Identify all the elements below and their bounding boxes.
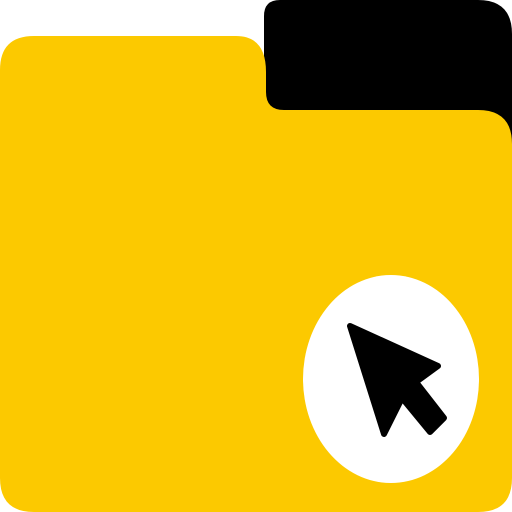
folder-cursor-svg [0,0,512,512]
folder-cursor-icon [0,0,512,512]
